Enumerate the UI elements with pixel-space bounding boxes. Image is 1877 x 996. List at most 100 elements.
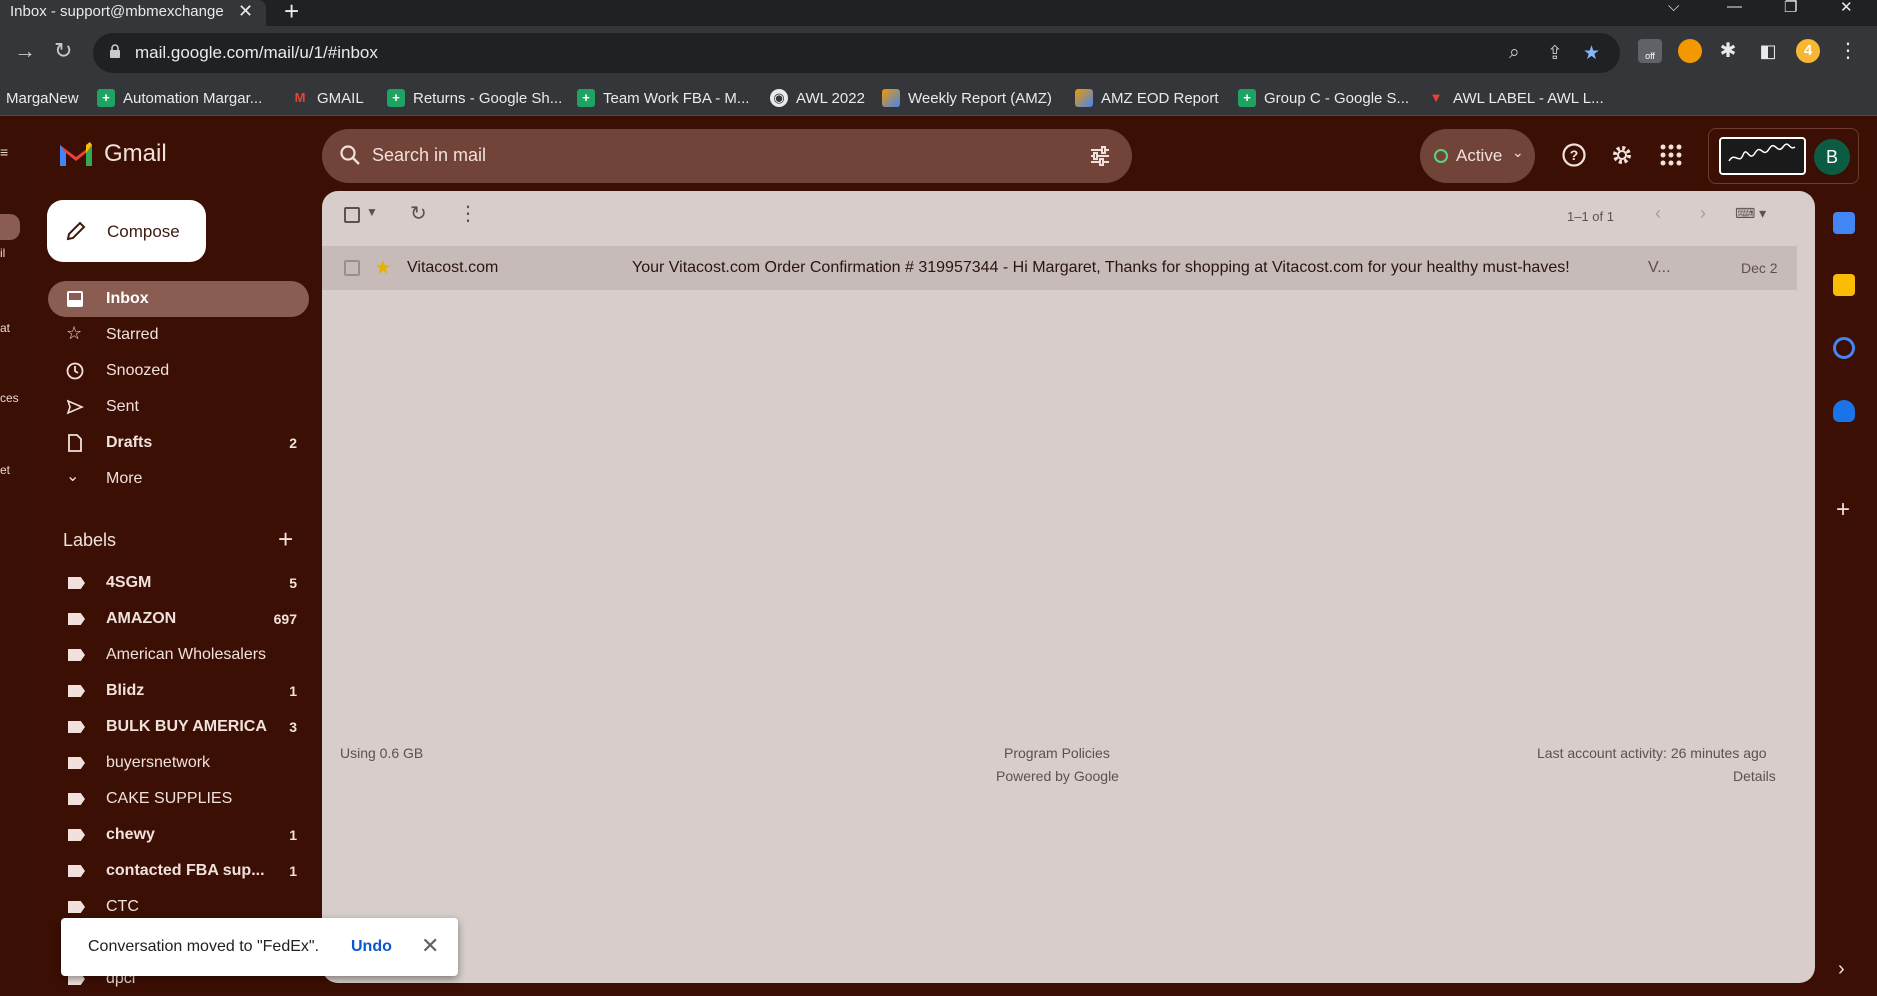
details-link[interactable]: Details — [1733, 768, 1776, 784]
bookmark-star-icon[interactable]: ★ — [1583, 42, 1600, 65]
star-icon[interactable]: ★ — [374, 255, 392, 280]
nav-item-sent[interactable]: Sent — [48, 389, 309, 425]
share-icon[interactable]: ⇪ — [1547, 42, 1563, 65]
label-item[interactable]: American Wholesalers — [48, 637, 309, 673]
compose-button[interactable]: Compose — [47, 200, 206, 262]
mail-app-icon[interactable] — [0, 214, 20, 240]
nav-item-drafts[interactable]: Drafts 2 — [48, 425, 309, 461]
profile-avatar[interactable]: 4 — [1796, 39, 1820, 63]
expand-panel-icon[interactable]: › — [1838, 958, 1845, 981]
label-item[interactable]: BULK BUY AMERICA 3 — [48, 709, 309, 745]
label-item[interactable]: 4SGM 5 — [48, 565, 309, 601]
input-tools-icon[interactable]: ⌨ ▾ — [1735, 205, 1766, 222]
chevron-down-icon: ⌄ — [1512, 144, 1524, 160]
tab-search-icon[interactable]: ⌵ — [1668, 0, 1679, 15]
main-menu-icon[interactable]: ≡ — [0, 144, 8, 160]
newer-page-icon[interactable]: ‹ — [1655, 203, 1661, 224]
chat-app-label: at — [0, 321, 11, 335]
bookmark-item[interactable]: + Returns - Google Sh... — [387, 86, 562, 110]
address-bar[interactable]: mail.google.com/mail/u/1/#inbox ⌕ ⇪ ★ — [93, 33, 1620, 73]
label-icon — [68, 721, 85, 733]
email-extra: V... — [1648, 259, 1671, 276]
status-button[interactable]: Active ⌄ — [1420, 129, 1535, 183]
side-panel-icon[interactable]: ◧ — [1756, 39, 1780, 63]
label-item[interactable]: CAKE SUPPLIES — [48, 781, 309, 817]
close-icon[interactable]: ✕ — [421, 933, 439, 959]
apps-grid-icon[interactable] — [1658, 142, 1684, 168]
extensions-puzzle-icon[interactable]: ✱ — [1716, 39, 1740, 63]
bookmark-item[interactable]: + Team Work FBA - M... — [577, 86, 749, 110]
add-addon-icon[interactable]: + — [1836, 496, 1850, 524]
send-icon — [66, 399, 84, 415]
mail-app-label: il — [0, 246, 6, 260]
keep-icon[interactable] — [1833, 274, 1855, 296]
label-icon — [68, 649, 85, 661]
bookmark-item[interactable]: Weekly Report (AMZ) — [882, 86, 1052, 110]
nav-item-snoozed[interactable]: Snoozed — [48, 353, 309, 389]
tasks-icon[interactable] — [1833, 337, 1855, 359]
meet-app-label: et — [0, 463, 11, 477]
compose-label: Compose — [107, 222, 180, 241]
bookmark-item[interactable]: ◉ AWL 2022 — [770, 86, 865, 110]
label-item[interactable]: contacted FBA sup... 1 — [48, 853, 309, 889]
select-all-checkbox[interactable] — [344, 207, 360, 223]
search-input[interactable]: Search in mail — [372, 145, 486, 166]
sheets-icon: + — [97, 89, 115, 107]
label-item[interactable]: AMAZON 697 — [48, 601, 309, 637]
bookmark-item[interactable]: AMZ EOD Report — [1075, 86, 1219, 110]
report-icon — [882, 89, 900, 107]
sheets-icon: + — [577, 89, 595, 107]
search-options-icon[interactable] — [1088, 144, 1112, 168]
nav-item-starred[interactable]: ☆ Starred — [48, 317, 309, 353]
extension-off-icon[interactable]: off — [1638, 39, 1662, 63]
minimize-icon[interactable]: — — [1727, 0, 1742, 15]
older-page-icon[interactable]: › — [1700, 203, 1706, 224]
new-tab-icon[interactable]: + — [284, 0, 299, 27]
email-subject: Your Vitacost.com Order Confirmation # 3… — [632, 259, 1570, 276]
search-icon[interactable] — [338, 143, 362, 167]
nav-item-inbox[interactable]: Inbox — [48, 281, 309, 317]
reload-icon[interactable]: ↻ — [54, 38, 72, 64]
settings-gear-icon[interactable] — [1609, 142, 1635, 168]
forward-icon[interactable]: → — [14, 38, 36, 64]
calendar-icon[interactable] — [1833, 212, 1855, 234]
pagination-text: 1–1 of 1 — [1567, 209, 1614, 224]
select-dropdown-icon[interactable]: ▼ — [366, 205, 378, 219]
nav-label: Sent — [106, 398, 139, 415]
more-vertical-icon[interactable]: ⋮ — [458, 201, 478, 226]
label-item[interactable]: buyersnetwork — [48, 745, 309, 781]
label-icon — [68, 901, 85, 913]
avatar[interactable]: B — [1814, 139, 1850, 175]
label-item[interactable]: Blidz 1 — [48, 673, 309, 709]
snackbar-message: Conversation moved to "FedEx". — [88, 938, 320, 955]
account-switcher[interactable]: B — [1708, 128, 1859, 184]
restore-icon[interactable]: ❐ — [1784, 0, 1797, 16]
browser-menu-icon[interactable]: ⋮ — [1836, 39, 1860, 63]
help-icon[interactable]: ? — [1561, 142, 1587, 168]
row-checkbox[interactable] — [344, 260, 360, 276]
nav-item-more[interactable]: ⌄ More — [48, 461, 309, 497]
active-status-icon — [1434, 149, 1448, 163]
nav-label: Snoozed — [106, 362, 170, 379]
label-item[interactable]: chewy 1 — [48, 817, 309, 853]
bookmark-item[interactable]: ▼ AWL LABEL - AWL L... — [1427, 86, 1604, 110]
extension-orange-icon[interactable] — [1678, 39, 1702, 63]
refresh-icon[interactable]: ↻ — [410, 201, 427, 226]
contacts-icon[interactable] — [1833, 400, 1855, 422]
undo-button[interactable]: Undo — [351, 938, 392, 956]
program-policies-link[interactable]: Program Policies — [1004, 745, 1110, 761]
bookmark-item[interactable]: + Automation Margar... — [97, 86, 262, 110]
window-close-icon[interactable]: ✕ — [1840, 0, 1853, 16]
zoom-icon[interactable]: ⌕ — [1509, 42, 1520, 64]
gmail-logo[interactable]: Gmail — [58, 140, 167, 168]
spaces-app-label: ces — [0, 391, 19, 405]
browser-tab[interactable]: Inbox - support@mbmexchange ✕ — [0, 0, 266, 26]
globe-icon: ◉ — [770, 89, 788, 107]
bookmark-item[interactable]: M GMAIL — [291, 86, 364, 110]
search-bar[interactable]: Search in mail — [322, 129, 1132, 183]
bookmark-item[interactable]: MargaNew — [6, 86, 79, 110]
create-label-icon[interactable]: + — [278, 524, 293, 555]
table-row[interactable]: ★ Vitacost.com Your Vitacost.com Order C… — [322, 246, 1797, 290]
tab-close-icon[interactable]: ✕ — [238, 1, 253, 22]
bookmark-item[interactable]: + Group C - Google S... — [1238, 86, 1409, 110]
